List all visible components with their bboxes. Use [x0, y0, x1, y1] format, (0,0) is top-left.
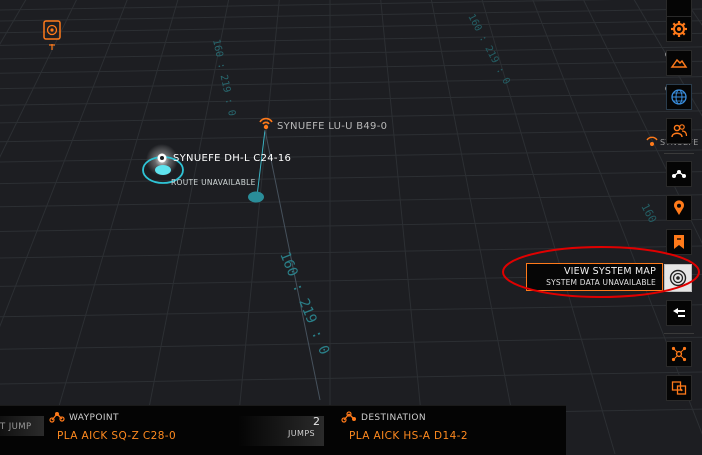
settings-button[interactable] [666, 16, 692, 42]
grid-line [0, 0, 22, 454]
grid-line [0, 0, 239, 454]
grid-line [0, 336, 702, 350]
grid-line [0, 219, 702, 233]
gear-icon [671, 21, 687, 37]
swap-button[interactable] [666, 375, 692, 401]
grid-line [532, 0, 702, 435]
grid-line [0, 92, 702, 106]
grid-line [0, 0, 615, 11]
destination-label: DESTINATION [361, 413, 427, 423]
grid-line [380, 0, 426, 454]
grid-line [0, 0, 136, 454]
grid-line [583, 0, 702, 244]
grid-line [0, 371, 702, 385]
map-pin-icon [674, 200, 684, 215]
waypoint-value[interactable]: PLA AICK SQ-Z C28-0 [57, 430, 176, 442]
grid-line [0, 0, 11, 454]
previous-jump-label: T JUMP [0, 422, 32, 432]
route-bar: T JUMP WAYPOINT PLA AICK SQ-Z C28-0 2 JU… [0, 405, 566, 455]
grid-line [0, 194, 702, 208]
grid-line [0, 171, 702, 185]
grid-line [481, 0, 616, 454]
grid-line [0, 0, 68, 454]
grid-coordinate: 160 [638, 201, 659, 225]
grid-line [0, 0, 125, 454]
grid-line [0, 149, 702, 163]
grid-line [0, 76, 702, 90]
globe-button[interactable] [666, 84, 692, 110]
globe-icon [671, 89, 687, 105]
grid-line [0, 0, 205, 454]
system-marker-orange-icon[interactable] [646, 136, 658, 146]
grid-line [0, 304, 702, 318]
grid-coordinate: 160 : 219 : 0 [276, 250, 332, 358]
grid-line [0, 0, 56, 454]
grid-line [433, 0, 702, 454]
map-pin-button[interactable] [666, 195, 692, 221]
grid-line [0, 8, 702, 22]
grid-coordinate: 160 : 219 : 0 [210, 38, 237, 117]
jumps-label: JUMPS [288, 429, 316, 438]
toolbar-divider [664, 333, 694, 334]
waypoint-icon [49, 412, 65, 423]
grid-line [0, 0, 113, 454]
route-node[interactable] [248, 191, 264, 203]
selection-ring-inner [155, 165, 171, 175]
destination-icon [341, 411, 356, 423]
toolbar-divider [664, 153, 694, 154]
back-arrow-icon [673, 308, 685, 317]
back-button[interactable] [666, 300, 692, 326]
grid-line [0, 0, 182, 454]
grid-line [0, 0, 250, 454]
route-button[interactable] [666, 161, 692, 187]
group-button[interactable] [666, 118, 692, 144]
waypoint-label: WAYPOINT [69, 413, 119, 423]
system-marker-orange-icon[interactable] [259, 117, 273, 130]
jumps-count: 2 [313, 415, 320, 428]
network-button[interactable] [666, 341, 692, 367]
destination-value[interactable]: PLA AICK HS-A D14-2 [349, 430, 468, 442]
system-label-lu-u[interactable]: SYNUEFE LU-U B49-0 [277, 121, 387, 132]
grid-line [421, 0, 702, 454]
swap-icon [671, 381, 687, 395]
grid-line [0, 0, 91, 454]
grid-line [0, 0, 170, 454]
route-nodes-icon [672, 170, 686, 178]
galaxy-map[interactable]: 160 : 219 : 0 160 : 219 : 0 160 : 219 : … [0, 0, 702, 454]
terrain-icon [670, 58, 688, 68]
grid-line [0, 32, 702, 46]
grid-line [0, 0, 77, 158]
grid-line [0, 0, 227, 454]
grid-line [444, 0, 702, 454]
terrain-button[interactable] [666, 50, 692, 76]
grid-line [633, 0, 702, 117]
grid-line [684, 0, 702, 26]
grid-line [0, 0, 193, 454]
grid-line [0, 0, 216, 454]
grid-line [0, 0, 148, 454]
grid-line [0, 0, 79, 454]
grid-line [0, 46, 702, 60]
route-status: ROUTE UNAVAILABLE [171, 178, 256, 187]
system-label-dh-l[interactable]: SYNUEFE DH-L C24-16 [173, 153, 291, 164]
grid-line [0, 0, 159, 454]
selected-system-core [160, 156, 164, 160]
nav-beacon-icon[interactable] [43, 20, 61, 52]
grid-line [0, 0, 102, 454]
galaxy-grid [0, 0, 702, 454]
grid-line [0, 60, 702, 74]
highlight-annotation [502, 246, 700, 298]
group-icon [671, 124, 688, 138]
grid-line [0, 0, 34, 454]
network-icon [671, 346, 687, 362]
